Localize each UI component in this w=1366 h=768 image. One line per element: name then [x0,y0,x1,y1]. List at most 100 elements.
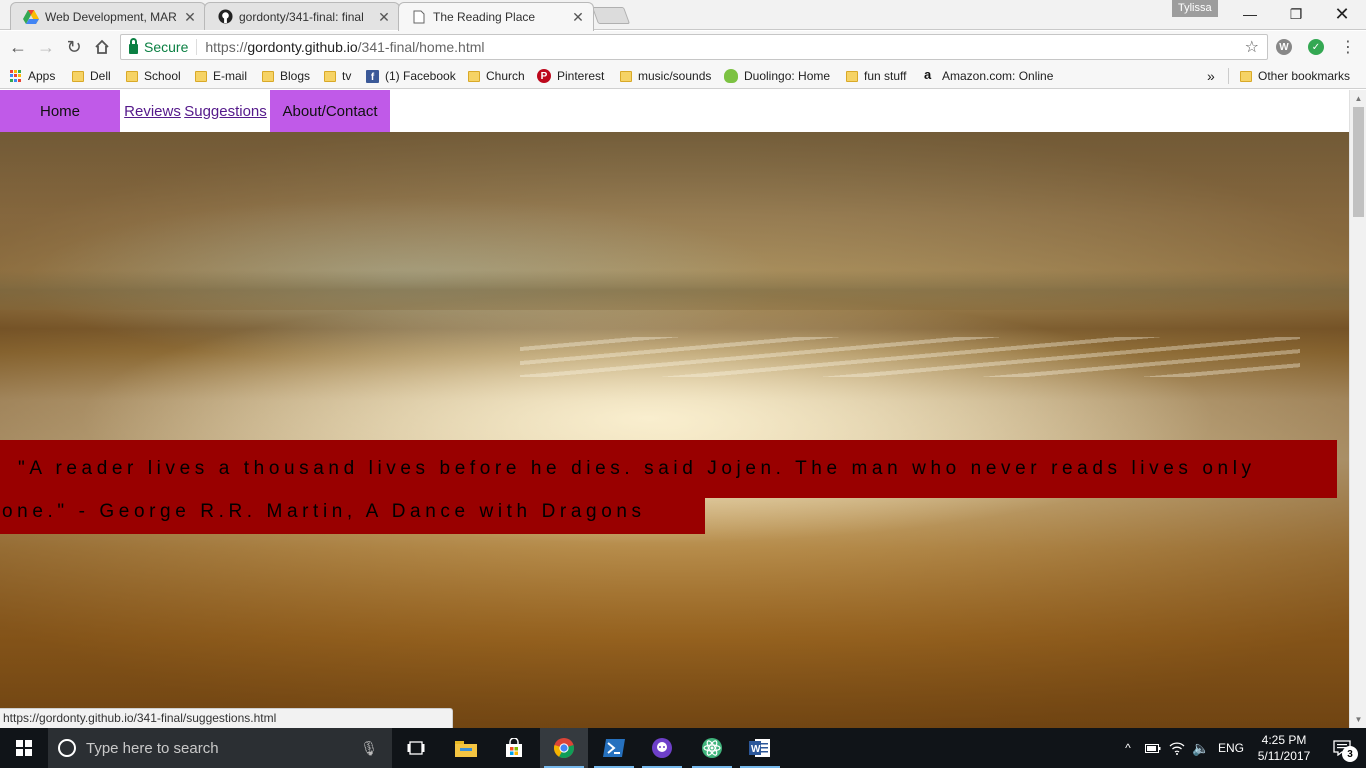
reload-icon[interactable]: ↻ [63,36,85,58]
wifi-icon[interactable] [1166,728,1188,768]
profile-badge[interactable]: Tylissa [1172,0,1218,17]
browser-tab[interactable]: gordonty/341-final: final ✕ [204,2,400,30]
tab-strip: Web Development, MAR ✕ gordonty/341-fina… [0,0,1366,31]
battery-icon[interactable] [1142,728,1164,768]
address-bar[interactable]: Secure https://gordonty.github.io/341-fi… [120,34,1268,60]
vertical-scrollbar[interactable]: ▲ ▼ [1349,90,1366,728]
powershell-icon[interactable] [590,728,638,768]
forward-icon[interactable]: → [35,36,57,58]
extension-w-icon[interactable]: W [1276,39,1292,55]
bookmark-apps[interactable]: Apps [10,68,55,84]
secure-label: Secure [144,39,189,55]
nav-about-contact-link[interactable]: About/Contact [270,90,390,132]
folder-icon [846,70,858,82]
start-button[interactable] [0,728,48,768]
url-path: /341-final/home.html [357,39,485,55]
scroll-down-arrow-icon[interactable]: ▼ [1350,711,1366,728]
page-icon [411,9,427,25]
windows-taskbar: Type here to search 🎙 W ^ 🔈 ENG 4:25 PM … [0,728,1366,768]
github-icon [217,9,233,25]
bookmark-label: Duolingo: Home [744,69,831,83]
scroll-up-arrow-icon[interactable]: ▲ [1350,90,1366,107]
secure-indicator[interactable]: Secure [129,38,198,55]
bookmark-label: tv [342,69,352,83]
minimize-icon[interactable]: — [1227,0,1273,28]
browser-toolbar: ← → ↻ Secure https://gordonty.github.io/… [0,31,1366,63]
bookmark-amazon[interactable]: a Amazon.com: Online [924,68,1053,84]
close-tab-icon[interactable]: ✕ [571,10,585,24]
home-icon[interactable] [91,36,113,58]
extension-check-icon[interactable]: ✓ [1308,39,1324,55]
bookmark-label: Dell [90,69,111,83]
back-icon[interactable]: ← [7,36,29,58]
language-indicator[interactable]: ENG [1214,728,1248,768]
bookmark-email[interactable]: E-mail [195,68,247,84]
facebook-icon: f [366,69,379,83]
browser-tab[interactable]: Web Development, MAR ✕ [10,2,206,30]
system-clock[interactable]: 4:25 PM 5/11/2017 [1252,732,1316,764]
amazon-icon: a [924,67,932,82]
windows-logo-icon [16,740,32,756]
bookmark-music[interactable]: music/sounds [620,68,711,84]
bookmarks-overflow-button[interactable]: » [1207,68,1215,84]
page-viewport: Home Reviews Suggestions About/Contact "… [0,90,1349,728]
folder-icon [1240,70,1252,82]
bookmark-star-icon[interactable]: ☆ [1245,37,1259,57]
bookmark-label: Other bookmarks [1258,69,1351,83]
hero-background-image [0,132,1349,728]
url-scheme: https:// [205,39,248,55]
nav-home-link[interactable]: Home [0,90,120,132]
url-text[interactable]: https://gordonty.github.io/341-final/hom… [197,39,484,55]
bookmark-tv[interactable]: tv [324,68,351,84]
store-icon[interactable] [490,728,538,768]
menu-dots-icon[interactable]: ⋮ [1337,36,1359,58]
folder-icon [262,70,274,82]
bookmark-other[interactable]: Other bookmarks [1240,68,1350,84]
bookmark-facebook[interactable]: f (1) Facebook [366,68,456,84]
close-tab-icon[interactable]: ✕ [183,10,197,24]
hero-hills [0,270,1349,310]
folder-icon [324,70,336,82]
bookmark-duolingo[interactable]: Duolingo: Home [724,68,830,84]
close-window-icon[interactable]: ✕ [1319,0,1365,28]
bookmark-label: School [144,69,181,83]
word-icon[interactable]: W [736,728,784,768]
bookmark-church[interactable]: Church [468,68,525,84]
atom-editor-icon[interactable] [688,728,736,768]
bookmark-school[interactable]: School [126,68,181,84]
action-center-button[interactable]: 3 [1318,728,1366,768]
pinterest-icon: P [537,69,551,83]
scrollbar-thumb[interactable] [1353,107,1364,217]
bookmark-label: Blogs [280,69,311,83]
site-navbar: Home Reviews Suggestions About/Contact [0,90,1349,132]
new-tab-button[interactable] [591,7,631,24]
file-explorer-icon[interactable] [442,728,490,768]
lock-icon [129,38,138,54]
bookmark-fun-stuff[interactable]: fun stuff [846,68,906,84]
folder-icon [620,70,632,82]
nav-suggestions-link[interactable]: Suggestions [184,90,267,132]
bookmark-dell[interactable]: Dell [72,68,111,84]
bookmark-blogs[interactable]: Blogs [262,68,310,84]
tab-title: gordonty/341-final: final [239,9,364,24]
bookmark-label: (1) Facebook [385,69,456,83]
github-desktop-icon[interactable] [638,728,686,768]
tab-title: Web Development, MAR [45,9,177,24]
microphone-icon[interactable]: 🎙 [360,740,378,757]
close-tab-icon[interactable]: ✕ [377,10,391,24]
tray-overflow-chevron-icon[interactable]: ^ [1118,728,1138,768]
bookmark-label: Apps [28,69,56,83]
chrome-taskbar-icon[interactable] [540,728,588,768]
taskbar-search-box[interactable]: Type here to search 🎙 [48,728,392,768]
browser-tab-active[interactable]: The Reading Place ✕ [398,2,594,31]
clock-time: 4:25 PM [1261,733,1307,747]
tab-title: The Reading Place [433,10,536,24]
notification-count-badge: 3 [1342,746,1358,762]
duolingo-icon [724,69,738,83]
volume-icon[interactable]: 🔈 [1190,728,1212,768]
bookmarks-divider [1228,68,1229,84]
task-view-icon[interactable] [392,728,440,768]
nav-reviews-link[interactable]: Reviews [124,90,181,132]
restore-icon[interactable]: ❐ [1273,0,1319,28]
bookmark-pinterest[interactable]: P Pinterest [537,68,604,84]
